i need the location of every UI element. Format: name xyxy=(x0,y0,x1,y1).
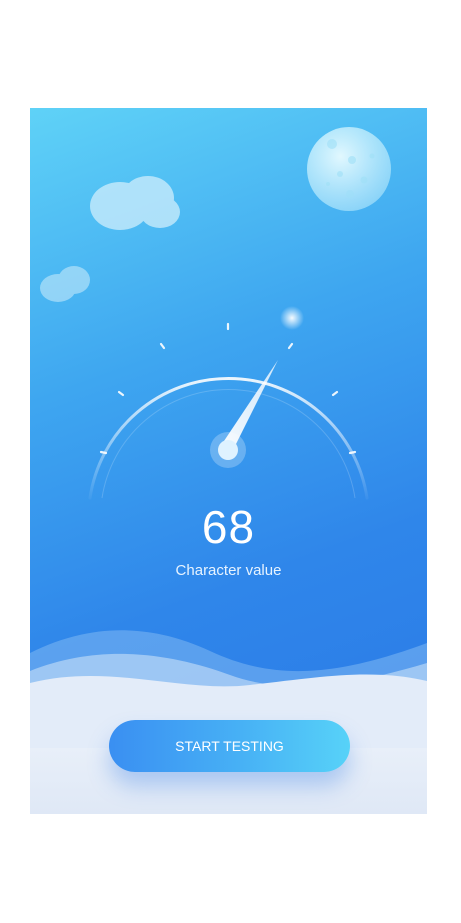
moon-icon xyxy=(307,127,391,211)
cloud-icon xyxy=(90,176,180,230)
character-score: 68 xyxy=(201,501,256,553)
phone-screen: 68 Character value START TESTING xyxy=(30,108,427,814)
character-label: Character value xyxy=(175,562,282,579)
start-testing-button[interactable]: START TESTING xyxy=(109,720,350,772)
gauge-dial xyxy=(88,306,369,500)
